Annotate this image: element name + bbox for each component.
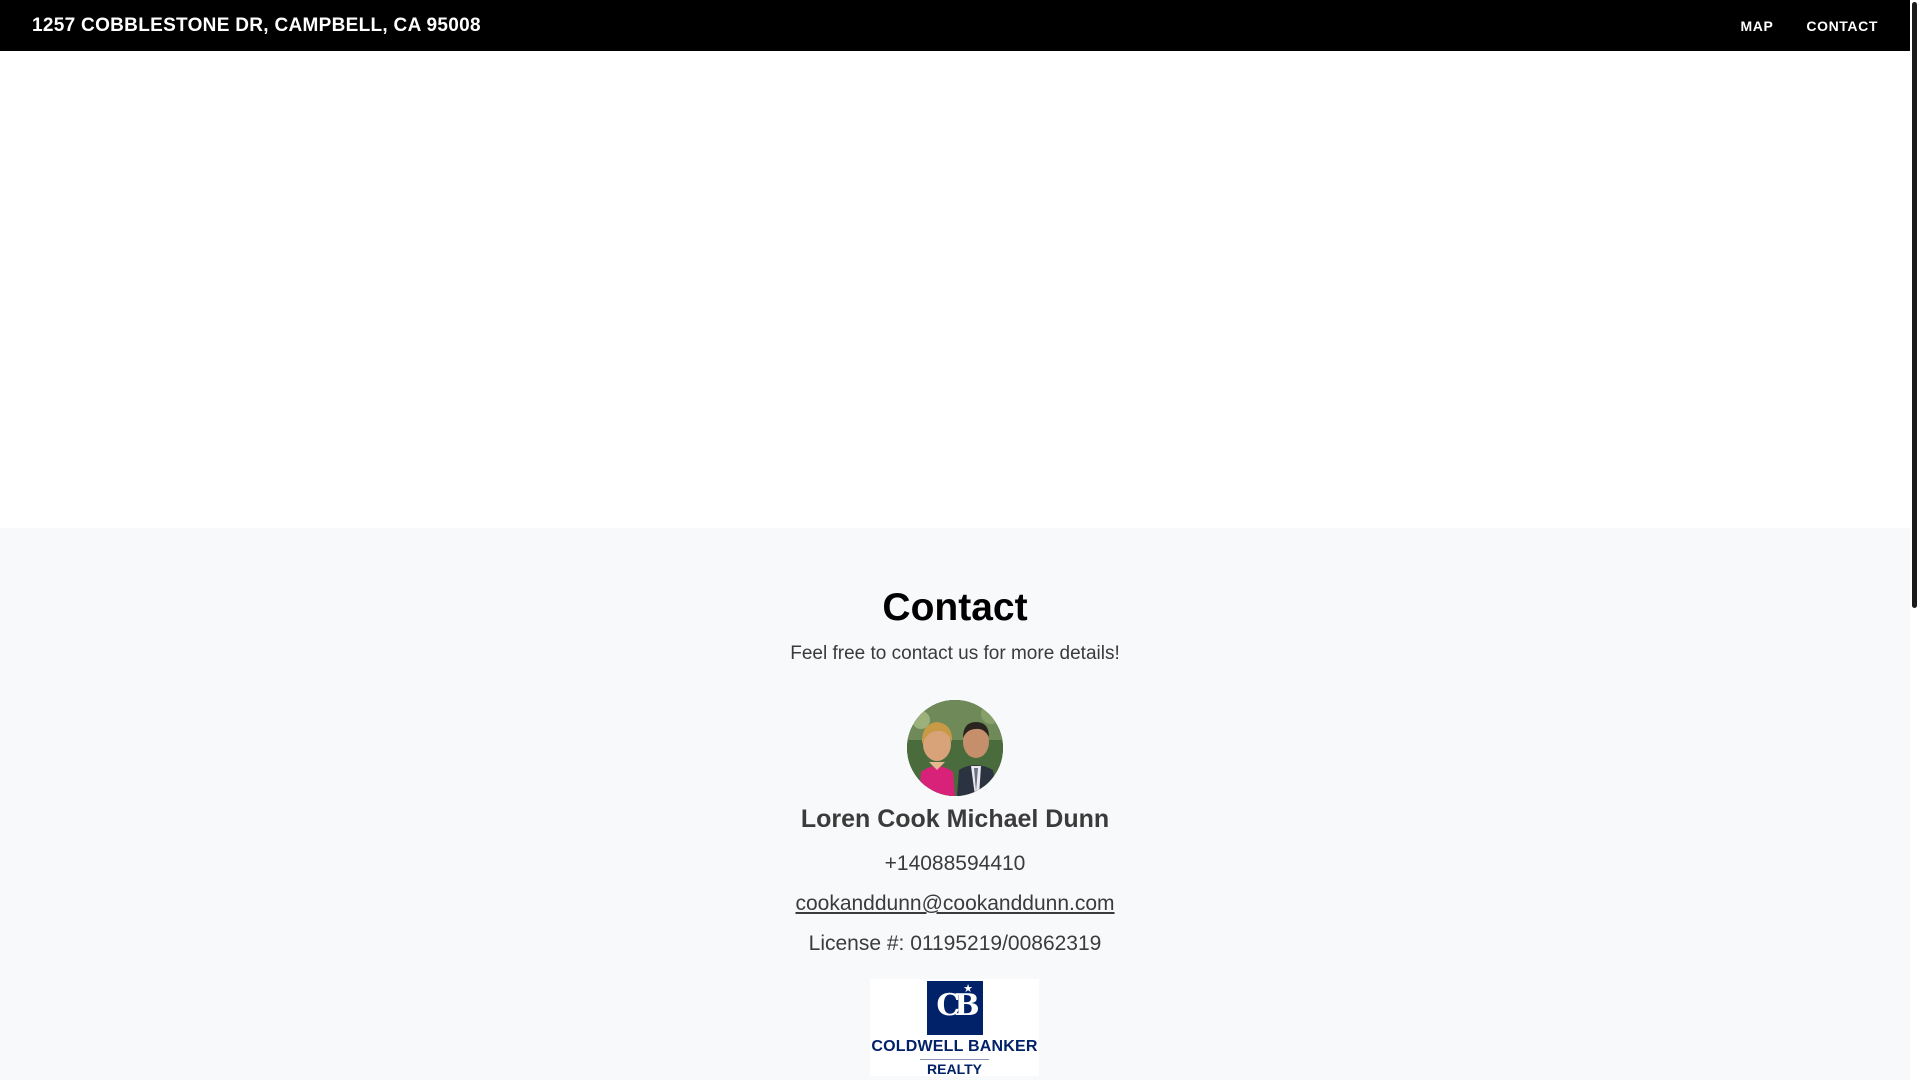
map-section — [0, 51, 1910, 528]
brokerage-name: COLDWELL BANKER — [871, 1038, 1038, 1055]
contact-heading: Contact — [882, 586, 1028, 629]
top-navbar: 1257 COBBLESTONE DR, CAMPBELL, CA 95008 … — [0, 0, 1910, 51]
contact-section: Contact Feel free to contact us for more… — [0, 528, 1910, 1080]
brokerage-mark: ★ CB — [927, 981, 983, 1035]
brokerage-logo: ★ CB COLDWELL BANKER REALTY — [870, 979, 1039, 1076]
agent-avatar — [907, 700, 1003, 796]
brokerage-mark-text: CB — [936, 988, 979, 1023]
brokerage-divider — [920, 1059, 989, 1060]
agent-email: cookanddunn@cookanddunn.com — [0, 892, 1910, 916]
agent-license: License #: 01195219/00862319 — [808, 932, 1102, 955]
nav-link-map[interactable]: MAP — [1740, 18, 1773, 34]
contact-subtitle: Feel free to contact us for more details… — [790, 643, 1120, 664]
scrollbar-thumb[interactable] — [1912, 2, 1917, 608]
agent-email-link[interactable]: cookanddunn@cookanddunn.com — [795, 892, 1114, 915]
nav-link-contact[interactable]: CONTACT — [1806, 18, 1878, 34]
scrollbar[interactable] — [1910, 0, 1920, 1080]
agent-name: Loren Cook Michael Dunn — [800, 805, 1110, 833]
brokerage-sub: REALTY — [927, 1061, 982, 1077]
site-title-link[interactable]: 1257 COBBLESTONE DR, CAMPBELL, CA 95008 — [32, 15, 481, 37]
agent-phone: +14088594410 — [884, 852, 1026, 875]
page: 1257 COBBLESTONE DR, CAMPBELL, CA 95008 … — [0, 0, 1920, 1080]
main-nav: MAP CONTACT — [1740, 18, 1878, 34]
